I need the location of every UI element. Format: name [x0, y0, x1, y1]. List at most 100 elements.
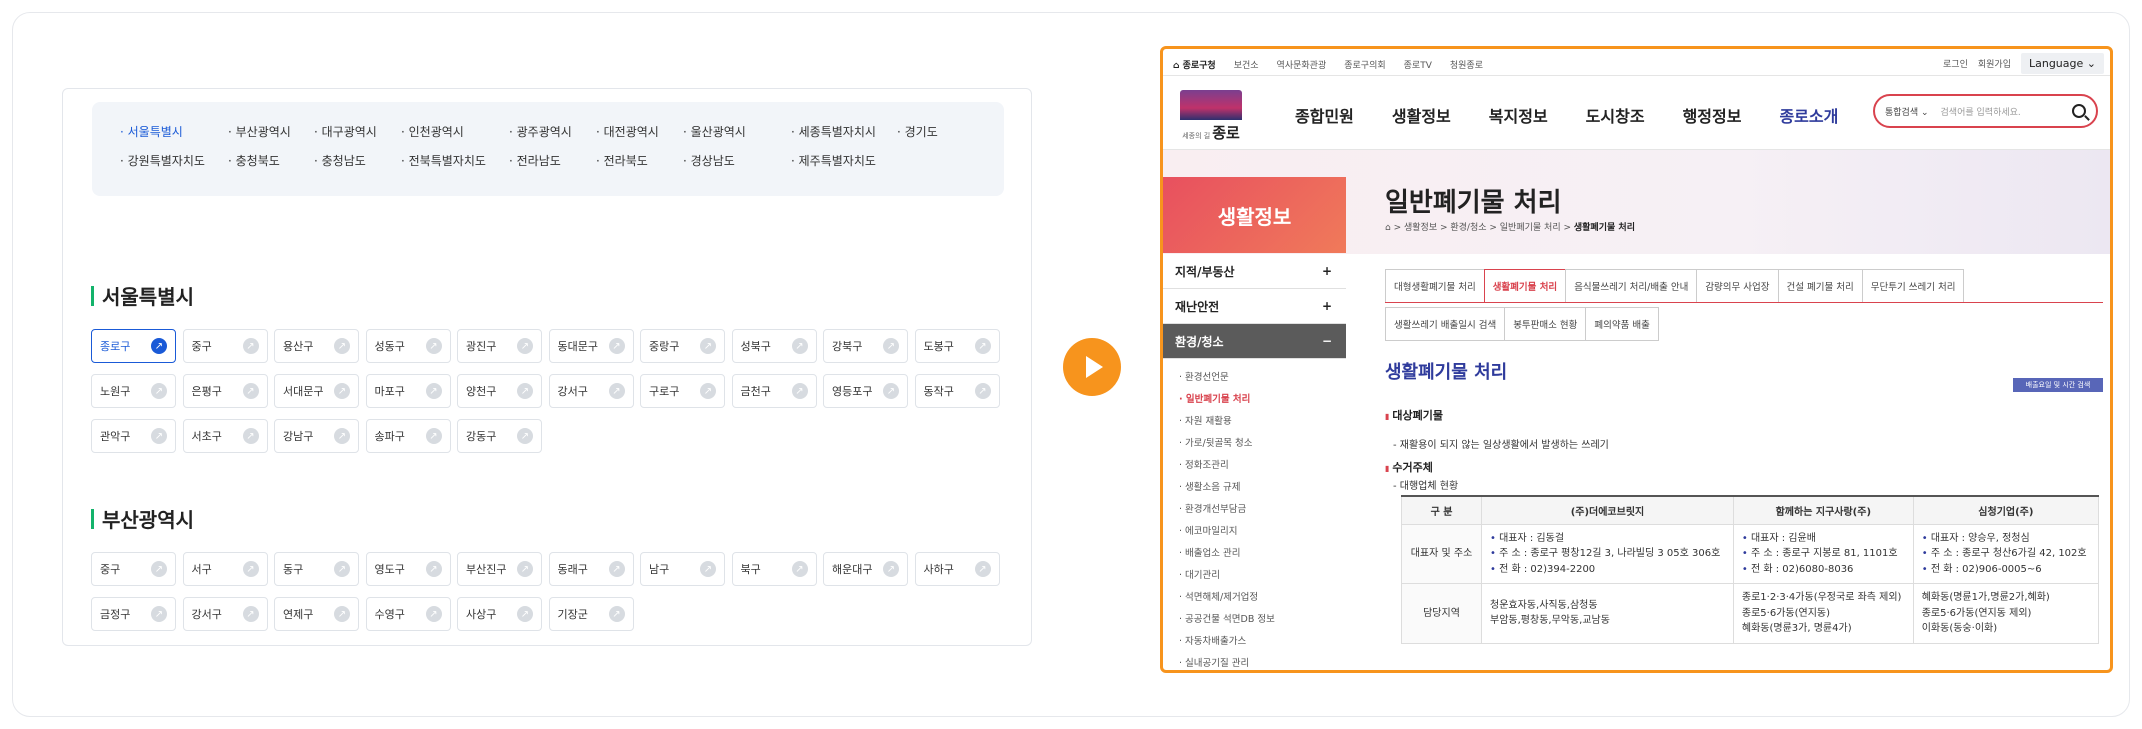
district-button[interactable]: 동래구 ↗	[548, 552, 634, 586]
district-button[interactable]: 강동구 ↗	[457, 419, 542, 453]
region-link[interactable]: · 울산광역시	[683, 123, 791, 140]
side-submenu-item[interactable]: · 대기관리	[1179, 565, 1346, 587]
side-submenu-item[interactable]: · 환경선언문	[1179, 367, 1346, 389]
side-submenu-item[interactable]: · 자원 재활용	[1179, 411, 1346, 433]
district-button[interactable]: 금정구 ↗	[91, 597, 176, 631]
district-button[interactable]: 영도구 ↗	[365, 552, 451, 586]
district-button[interactable]: 중구 ↗	[182, 329, 268, 363]
district-button[interactable]: 양천구 ↗	[457, 374, 542, 408]
region-link[interactable]: · 제주특별자치도	[791, 152, 897, 169]
side-menu-item[interactable]: 환경/청소 −	[1163, 324, 1346, 359]
district-button[interactable]: 해운대구 ↗	[823, 552, 908, 586]
side-submenu-item[interactable]: · 실내공기질 관리	[1179, 653, 1346, 670]
region-link[interactable]: · 부산광역시	[228, 123, 314, 140]
schedule-search-button[interactable]: 배출요일 및 시간 검색	[2013, 378, 2103, 392]
content-tab[interactable]: 음식물쓰레기 처리/배출 안내	[1565, 269, 1698, 302]
district-button[interactable]: 동작구 ↗	[914, 374, 1000, 408]
utility-link[interactable]: 종로TV	[1404, 58, 1432, 71]
content-tab[interactable]: 무단투기 쓰레기 처리	[1861, 269, 1965, 302]
district-button[interactable]: 광진구 ↗	[457, 329, 542, 363]
district-button[interactable]: 사상구 ↗	[457, 597, 542, 631]
district-button[interactable]: 마포구 ↗	[365, 374, 451, 408]
side-submenu-item[interactable]: · 가로/뒷골목 청소	[1179, 433, 1346, 455]
content-tab[interactable]: 생활쓰레기 배출일시 검색	[1385, 307, 1506, 341]
region-link[interactable]: · 전라남도	[509, 152, 596, 169]
district-button[interactable]: 강남구 ↗	[274, 419, 359, 453]
district-button[interactable]: 금천구 ↗	[731, 374, 817, 408]
side-submenu-item[interactable]: · 공공건물 석면DB 정보	[1179, 609, 1346, 631]
district-button[interactable]: 동대문구 ↗	[548, 329, 634, 363]
district-button[interactable]: 관악구 ↗	[91, 419, 176, 453]
region-link[interactable]: · 충청북도	[228, 152, 314, 169]
district-button[interactable]: 중랑구 ↗	[640, 329, 725, 363]
region-link[interactable]: · 대전광역시	[596, 123, 683, 140]
district-button[interactable]: 도봉구 ↗	[914, 329, 1000, 363]
district-button[interactable]: 용산구 ↗	[274, 329, 359, 363]
district-button[interactable]: 성동구 ↗	[365, 329, 451, 363]
content-tab[interactable]: 대형생활폐기물 처리	[1385, 269, 1485, 302]
side-menu-item[interactable]: 지적/부동산 +	[1163, 254, 1346, 289]
gnb-item[interactable]: 행정정보	[1683, 103, 1742, 127]
district-button[interactable]: 기장군 ↗	[548, 597, 634, 631]
side-submenu-item[interactable]: · 생활소음 규제	[1179, 477, 1346, 499]
region-link[interactable]: · 전북특별자치도	[401, 152, 509, 169]
district-button[interactable]: 북구 ↗	[731, 552, 817, 586]
district-button[interactable]: 강서구 ↗	[182, 597, 268, 631]
utility-link[interactable]: 청원종로	[1450, 58, 1483, 71]
utility-link[interactable]: 역사문화관광	[1277, 58, 1327, 71]
region-link[interactable]: · 경기도	[897, 123, 977, 140]
region-link[interactable]: · 충청남도	[314, 152, 401, 169]
district-button[interactable]: 노원구 ↗	[91, 374, 176, 408]
content-tab[interactable]: 건설 폐기물 처리	[1777, 269, 1863, 302]
utility-link[interactable]: 보건소	[1234, 58, 1259, 71]
language-select[interactable]: Language ⌄	[2020, 53, 2104, 74]
district-button[interactable]: 수영구 ↗	[365, 597, 451, 631]
search-input[interactable]: 검색어를 입력하세요.	[1941, 105, 2021, 118]
district-button[interactable]: 강북구 ↗	[823, 329, 908, 363]
district-button[interactable]: 서초구 ↗	[182, 419, 268, 453]
side-submenu-item[interactable]: · 에코마일리지	[1179, 521, 1346, 543]
utility-link[interactable]: 종로구의회	[1344, 58, 1385, 71]
region-link[interactable]: · 경상남도	[683, 152, 791, 169]
region-link[interactable]: · 대구광역시	[314, 123, 401, 140]
district-button[interactable]: 서구 ↗	[182, 552, 268, 586]
content-tab[interactable]: 봉투판매소 현황	[1504, 307, 1587, 341]
play-button[interactable]	[1063, 338, 1121, 396]
side-submenu-item[interactable]: · 석면해체/제거업정	[1179, 587, 1346, 609]
side-submenu-item[interactable]: · 일반폐기물 처리	[1179, 389, 1346, 411]
region-link[interactable]: · 전라북도	[596, 152, 683, 169]
search-scope-select[interactable]: 통합검색 ⌄	[1885, 105, 1929, 118]
gnb-item[interactable]: 복지정보	[1489, 103, 1548, 127]
district-button[interactable]: 은평구 ↗	[182, 374, 268, 408]
side-submenu-item[interactable]: · 배출업소 관리	[1179, 543, 1346, 565]
login-link[interactable]: 로그인	[1943, 57, 1968, 70]
district-button[interactable]: 종로구 ↗	[91, 329, 176, 363]
region-link[interactable]: · 세종특별자치시	[791, 123, 897, 140]
region-link[interactable]: · 광주광역시	[509, 123, 596, 140]
gnb-item[interactable]: 종로소개	[1779, 103, 1838, 127]
side-submenu-item[interactable]: · 자동차배출가스	[1179, 631, 1346, 653]
search-box[interactable]: 통합검색 ⌄ 검색어를 입력하세요.	[1873, 94, 2098, 128]
district-button[interactable]: 연제구 ↗	[274, 597, 359, 631]
utility-link[interactable]: ⌂ 종로구청	[1173, 58, 1216, 71]
district-button[interactable]: 강서구 ↗	[548, 374, 634, 408]
gnb-item[interactable]: 생활정보	[1392, 103, 1451, 127]
district-button[interactable]: 동구 ↗	[274, 552, 359, 586]
content-tab[interactable]: 감량의무 사업장	[1696, 269, 1779, 302]
district-button[interactable]: 송파구 ↗	[365, 419, 451, 453]
district-button[interactable]: 중구 ↗	[91, 552, 176, 586]
region-link[interactable]: · 인천광역시	[401, 123, 509, 140]
district-button[interactable]: 부산진구 ↗	[457, 552, 542, 586]
side-submenu-item[interactable]: · 환경개선부담금	[1179, 499, 1346, 521]
content-tab[interactable]: 폐의약품 배출	[1585, 307, 1659, 341]
district-button[interactable]: 서대문구 ↗	[274, 374, 359, 408]
content-tab[interactable]: 생활폐기물 처리	[1483, 269, 1567, 302]
district-button[interactable]: 성북구 ↗	[731, 329, 817, 363]
district-button[interactable]: 사하구 ↗	[914, 552, 1000, 586]
gnb-item[interactable]: 도시창조	[1586, 103, 1645, 127]
district-button[interactable]: 영등포구 ↗	[823, 374, 908, 408]
district-button[interactable]: 구로구 ↗	[640, 374, 725, 408]
search-icon[interactable]	[2072, 104, 2086, 118]
site-logo[interactable]: 세종의 길 종로	[1180, 90, 1242, 144]
join-link[interactable]: 회원가입	[1978, 57, 2011, 70]
